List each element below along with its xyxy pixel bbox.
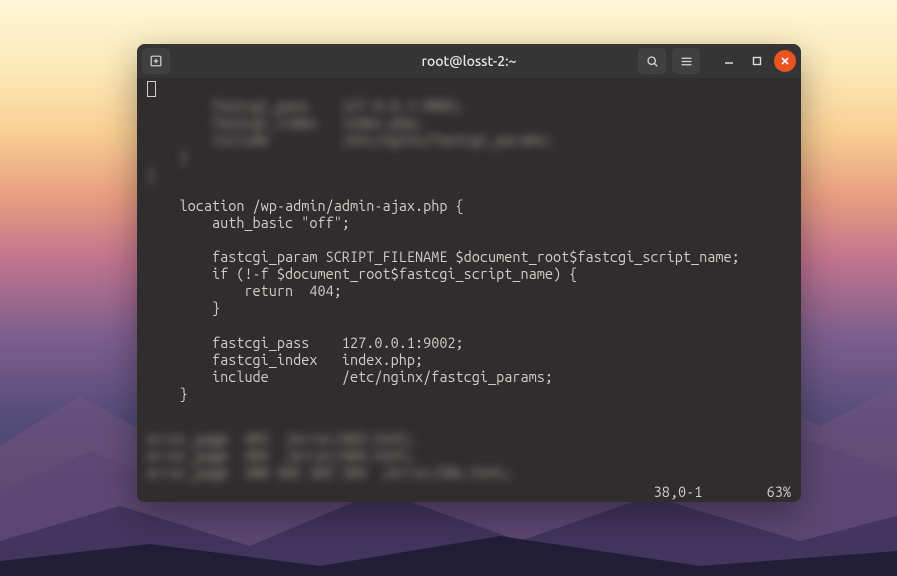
search-button[interactable] xyxy=(638,48,666,74)
new-tab-icon xyxy=(149,54,163,68)
scroll-percent: 63% xyxy=(767,483,791,500)
search-icon xyxy=(646,55,659,68)
maximize-icon xyxy=(752,56,762,66)
minimize-icon xyxy=(724,56,734,66)
terminal-viewport[interactable]: fastcgi_pass 127.0.0.1:9002; fastcgi_ind… xyxy=(137,78,801,502)
new-tab-button[interactable] xyxy=(142,48,170,74)
minimize-button[interactable] xyxy=(718,50,740,72)
menu-button[interactable] xyxy=(672,48,700,74)
blurred-code-bottom: error_page 403 /error/403.html; error_pa… xyxy=(147,430,793,481)
close-icon xyxy=(780,56,790,66)
close-button[interactable] xyxy=(774,50,796,72)
cursor-position: 38,0-1 xyxy=(654,483,703,500)
terminal-window: root@losst-2:~ xyxy=(137,44,801,502)
nginx-config-code: location /wp-admin/admin-ajax.php { auth… xyxy=(147,197,793,402)
text-cursor xyxy=(147,81,156,97)
vim-status-line: 38,0-1 63% xyxy=(654,483,791,500)
maximize-button[interactable] xyxy=(746,50,768,72)
blurred-code-top: fastcgi_pass 127.0.0.1:9002; fastcgi_ind… xyxy=(147,97,793,183)
hamburger-menu-icon xyxy=(680,55,693,68)
titlebar[interactable]: root@losst-2:~ xyxy=(137,44,801,78)
